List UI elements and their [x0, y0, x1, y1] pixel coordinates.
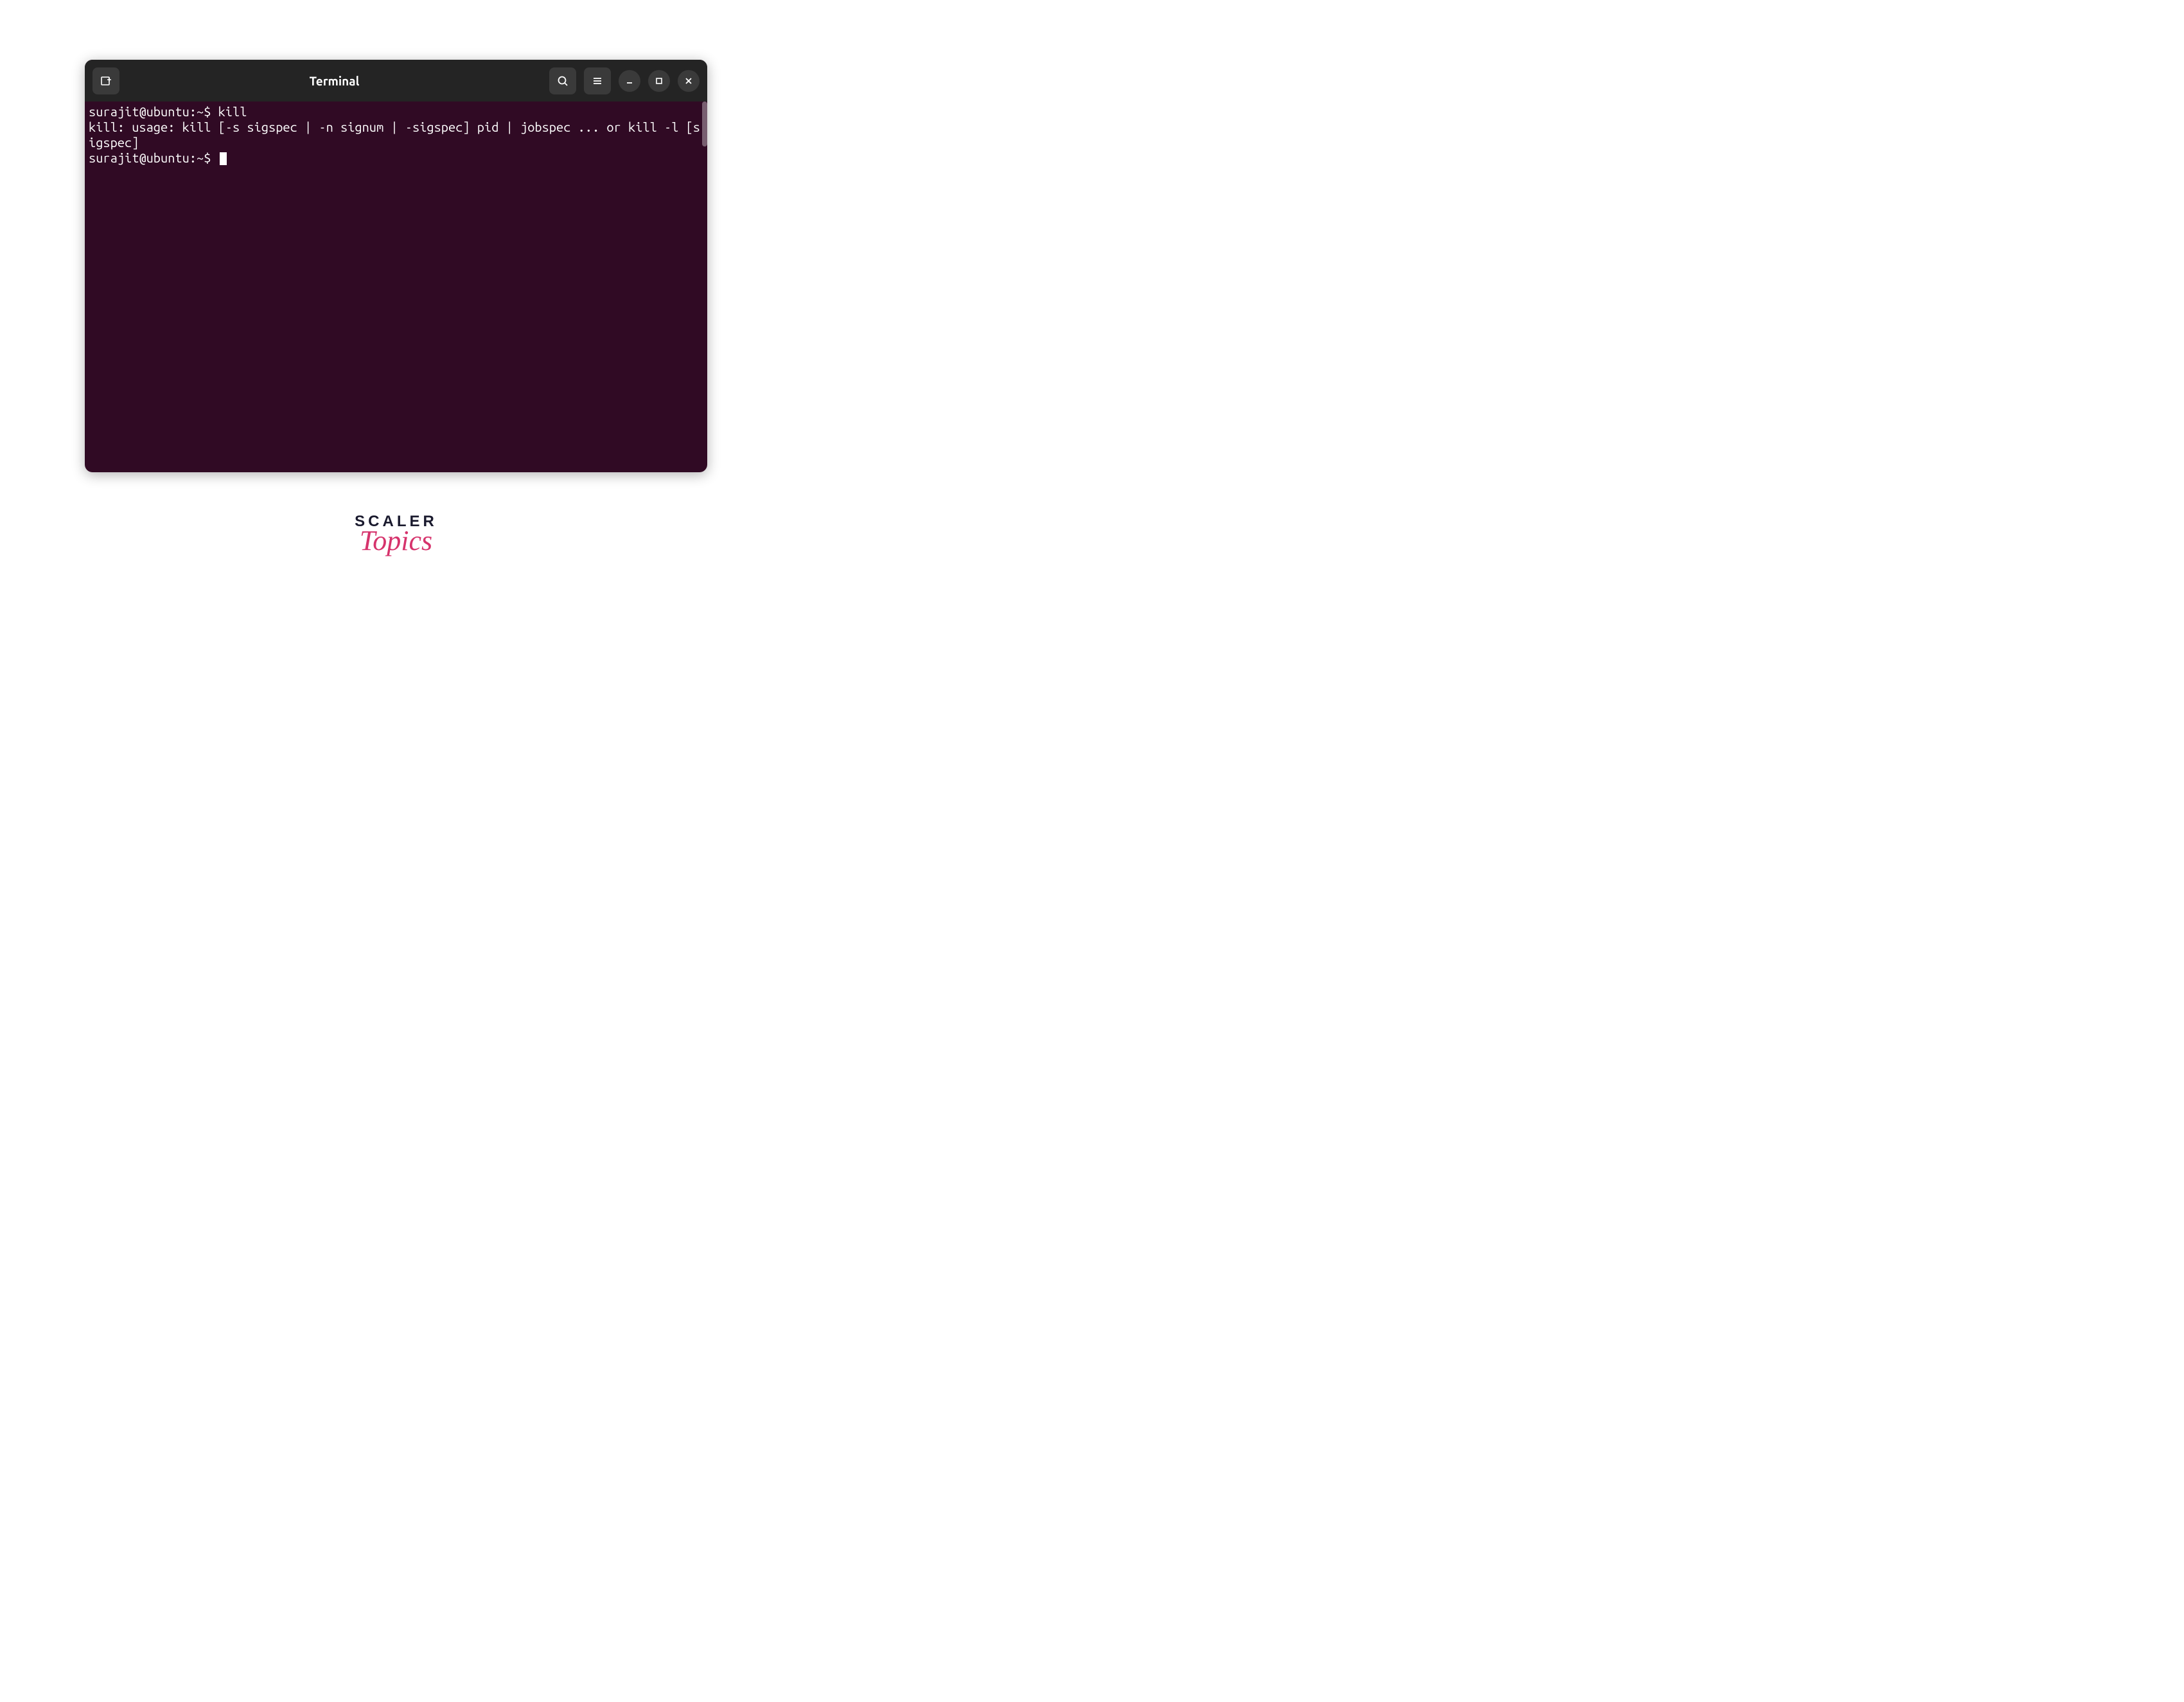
minimize-icon	[625, 76, 634, 85]
titlebar-left-group	[92, 67, 119, 94]
terminal-line: surajit@ubuntu:~$ kill	[89, 104, 703, 120]
logo-topics-text: Topics	[360, 527, 432, 555]
terminal-line: kill: usage: kill [-s sigspec | -n signu…	[89, 120, 703, 150]
hamburger-menu-icon	[591, 75, 604, 87]
close-icon	[684, 76, 693, 85]
scaler-topics-logo: SCALER Topics	[355, 514, 437, 555]
maximize-button[interactable]	[648, 70, 670, 92]
new-tab-icon	[100, 75, 112, 87]
minimize-button[interactable]	[619, 70, 640, 92]
window-title: Terminal	[125, 74, 544, 88]
terminal-window: Terminal	[85, 60, 707, 472]
titlebar-right-group	[549, 67, 700, 94]
terminal-body[interactable]: surajit@ubuntu:~$ killkill: usage: kill …	[85, 102, 707, 472]
close-button[interactable]	[678, 70, 700, 92]
terminal-line: surajit@ubuntu:~$	[89, 150, 703, 166]
command-text: kill	[218, 104, 247, 119]
search-icon	[556, 75, 569, 87]
search-button[interactable]	[549, 67, 576, 94]
prompt-text: surajit@ubuntu:~$	[89, 150, 218, 165]
scrollbar-thumb[interactable]	[702, 102, 707, 146]
new-tab-button[interactable]	[92, 67, 119, 94]
cursor-block	[220, 152, 227, 165]
titlebar: Terminal	[85, 60, 707, 102]
menu-button[interactable]	[584, 67, 611, 94]
maximize-icon	[655, 76, 664, 85]
branding-logo: SCALER Topics	[0, 514, 792, 555]
prompt-text: surajit@ubuntu:~$	[89, 104, 218, 119]
